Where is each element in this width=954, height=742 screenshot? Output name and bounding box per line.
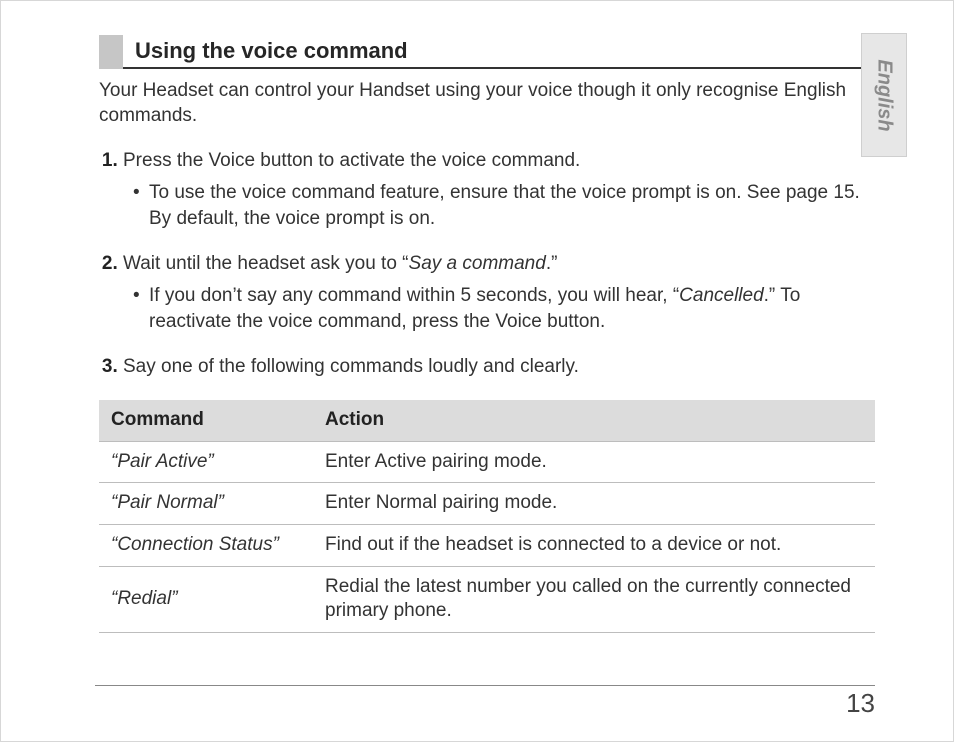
step-text: Say one of the following commands loudly… (123, 356, 579, 377)
cell-action: Enter Active pairing mode. (313, 441, 875, 483)
step-2: Wait until the headset ask you to “Say a… (123, 251, 875, 334)
step-text: Press the Voice button to activate the v… (123, 150, 580, 171)
table-header-row: Command Action (99, 400, 875, 441)
cell-command: “Pair Active” (99, 441, 313, 483)
sub-a: If you don’t say any command within 5 se… (149, 285, 679, 306)
section-title: Using the voice command (135, 38, 408, 64)
table-row: “Pair Normal” Enter Normal pairing mode. (99, 483, 875, 525)
step-text-c: .” (546, 253, 558, 274)
section-accent-block (99, 35, 123, 69)
sub-b: Cancelled (679, 285, 764, 306)
cell-command: “Connection Status” (99, 524, 313, 566)
step-1-sublist: To use the voice command feature, ensure… (123, 174, 875, 231)
language-tab: English (861, 33, 907, 157)
section-intro: Your Headset can control your Handset us… (99, 79, 875, 128)
cell-action: Find out if the headset is connected to … (313, 524, 875, 566)
steps-list: Press the Voice button to activate the v… (99, 148, 875, 379)
cell-command: “Redial” (99, 566, 313, 632)
step-3: Say one of the following commands loudly… (123, 354, 875, 380)
cell-action: Enter Normal pairing mode. (313, 483, 875, 525)
step-1-sub-1: To use the voice command feature, ensure… (133, 180, 875, 231)
header-command: Command (99, 400, 313, 441)
commands-table: Command Action “Pair Active” Enter Activ… (99, 400, 875, 633)
document-page: English Using the voice command Your Hea… (0, 0, 954, 742)
table-row: “Redial” Redial the latest number you ca… (99, 566, 875, 632)
table-row: “Connection Status” Find out if the head… (99, 524, 875, 566)
step-1: Press the Voice button to activate the v… (123, 148, 875, 231)
section-title-wrap: Using the voice command (123, 35, 875, 69)
page-number: 13 (95, 685, 875, 719)
cell-command: “Pair Normal” (99, 483, 313, 525)
table-row: “Pair Active” Enter Active pairing mode. (99, 441, 875, 483)
language-tab-label: English (873, 59, 896, 131)
section-header: Using the voice command (99, 35, 875, 69)
step-2-sublist: If you don’t say any command within 5 se… (123, 277, 875, 334)
cell-action: Redial the latest number you called on t… (313, 566, 875, 632)
header-action: Action (313, 400, 875, 441)
step-text-a: Wait until the headset ask you to “ (123, 253, 409, 274)
step-2-sub-1: If you don’t say any command within 5 se… (133, 283, 875, 334)
step-text-b: Say a command (409, 253, 546, 274)
